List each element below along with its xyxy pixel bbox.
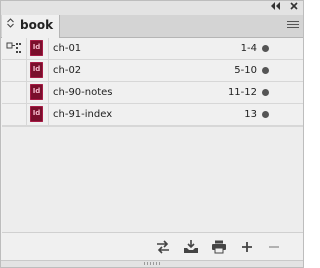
style-source-icon [6,42,21,53]
page-range: 13 [244,109,257,120]
document-name: ch-90-notes [53,87,113,98]
book-panel: book Id ch-01 1-4 Id ch-02 5-10 Id ch-90… [0,0,304,268]
hamburger-menu-icon[interactable] [287,21,299,31]
document-name: ch-02 [53,65,82,76]
remove-document-icon[interactable] [266,238,282,256]
indesign-doc-icon: Id [30,40,43,56]
document-name: ch-01 [53,43,82,54]
panel-footer [2,232,303,263]
style-source-column[interactable] [2,82,27,103]
print-book-icon[interactable] [211,238,227,256]
list-item[interactable]: Id ch-02 5-10 [2,60,303,82]
status-dot-icon [262,89,269,96]
close-icon[interactable] [287,1,301,15]
style-source-column[interactable] [2,104,27,125]
style-source-column[interactable] [2,38,27,59]
page-range: 5-10 [234,65,257,76]
list-item[interactable]: Id ch-90-notes 11-12 [2,82,303,104]
panel-tabbar: book [1,15,303,38]
style-source-column[interactable] [2,60,27,81]
save-book-icon[interactable] [183,238,199,256]
resize-grip[interactable] [1,260,303,267]
indesign-doc-icon: Id [30,106,43,122]
list-item[interactable]: Id ch-91-index 13 [2,104,303,126]
document-name: ch-91-index [53,109,113,120]
panel-titlebar [1,1,303,16]
list-item[interactable]: Id ch-01 1-4 [2,38,303,60]
page-range: 1-4 [240,43,257,54]
tab-label: book [20,18,54,32]
up-down-chevron-icon[interactable] [7,18,14,34]
indesign-doc-icon: Id [30,84,43,100]
list-empty-area[interactable] [2,126,303,232]
status-dot-icon [262,111,269,118]
add-document-icon[interactable] [239,238,255,256]
tab-book[interactable]: book [2,15,60,38]
double-chevron-left-icon[interactable] [269,1,283,15]
indesign-doc-icon: Id [30,62,43,78]
document-list: Id ch-01 1-4 Id ch-02 5-10 Id ch-90-note… [2,38,303,232]
page-range: 11-12 [227,87,257,98]
synchronize-icon[interactable] [155,238,171,256]
status-dot-icon [262,45,269,52]
status-dot-icon [262,67,269,74]
